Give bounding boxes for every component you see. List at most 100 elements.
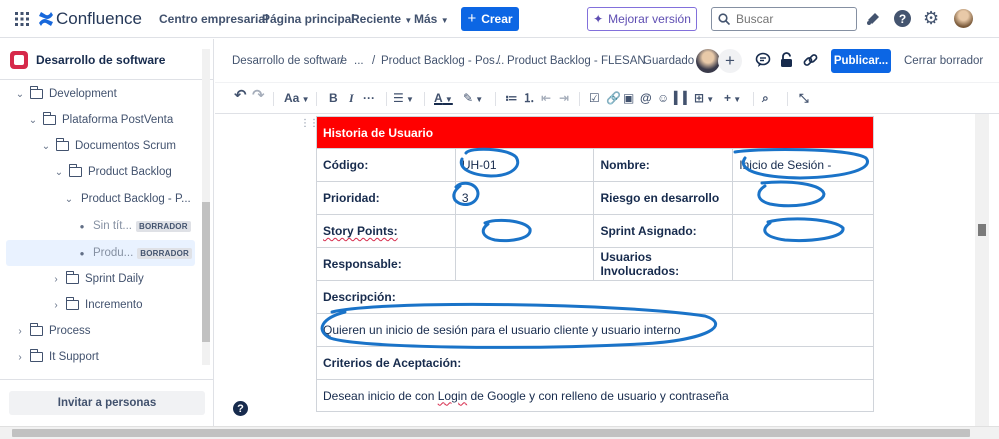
sidebar-item-product-backlog-p[interactable]: ⌄ Product Backlog - P...: [63, 187, 191, 211]
bold-button[interactable]: B: [329, 91, 338, 105]
sidebar-item-sprint-daily[interactable]: › Sprint Daily: [50, 267, 144, 291]
toolbar-divider: [386, 92, 387, 106]
chevron-right-icon[interactable]: ›: [14, 352, 26, 363]
space-header[interactable]: Desarrollo de software: [10, 51, 165, 69]
restrictions-lock-icon[interactable]: [779, 52, 794, 71]
mention-icon[interactable]: @: [640, 91, 652, 105]
table-value-cell[interactable]: [732, 247, 874, 281]
criteria-text-cell[interactable]: Desean inicio de con Login de Google y c…: [316, 379, 874, 412]
table-label-cell[interactable]: Riesgo en desarrollo: [593, 181, 734, 215]
table-header-cell[interactable]: Historia de Usuario: [316, 116, 874, 149]
sidebar-item-draft-untitled[interactable]: ● Sin tít... BORRADOR: [76, 214, 191, 238]
content-scrollbar-thumb[interactable]: [978, 224, 986, 236]
table-label-cell[interactable]: Prioridad:: [316, 181, 456, 215]
sidebar-item-process[interactable]: › Process: [14, 319, 91, 343]
chevron-right-icon[interactable]: ›: [14, 326, 26, 337]
italic-button[interactable]: I: [349, 91, 354, 105]
comment-icon[interactable]: [755, 52, 771, 71]
notification-megaphone-icon[interactable]: [866, 11, 881, 29]
app-name[interactable]: Confluence: [56, 9, 142, 29]
bullet-list-icon[interactable]: ≔: [505, 91, 518, 105]
table-label-cell[interactable]: Responsable:: [316, 247, 456, 281]
redo-icon[interactable]: ↷: [252, 88, 265, 103]
alignment-icon[interactable]: ☰ ▼: [393, 91, 414, 107]
add-collaborator-icon[interactable]: +: [718, 49, 742, 73]
image-icon[interactable]: ▣: [623, 91, 634, 105]
find-replace-icon[interactable]: ⌕: [762, 91, 769, 105]
table-value-cell[interactable]: [454, 214, 595, 248]
table-label-cell[interactable]: Código:: [316, 148, 456, 182]
chevron-down-icon[interactable]: ⌄: [63, 194, 75, 205]
collaborator-avatar[interactable]: [696, 49, 720, 73]
numbered-list-icon[interactable]: ⒈: [523, 91, 535, 105]
help-icon[interactable]: ?: [894, 10, 911, 27]
emoji-icon[interactable]: ☺: [657, 91, 669, 105]
table-value-cell[interactable]: Inicio de Sesión -: [732, 148, 874, 182]
insert-plus-icon[interactable]: + ▼: [724, 91, 741, 107]
undo-icon[interactable]: ↶: [234, 88, 247, 103]
publish-button[interactable]: Publicar...: [831, 49, 891, 73]
upgrade-button[interactable]: ✦ Mejorar versión: [587, 7, 697, 31]
search-input[interactable]: [736, 12, 846, 26]
create-button[interactable]: + Crear: [461, 7, 519, 31]
chevron-down-icon[interactable]: ⌄: [40, 141, 52, 152]
chevron-right-icon[interactable]: ›: [50, 300, 62, 311]
top-navigation: Confluence Centro empresarial Página pri…: [0, 0, 999, 38]
confluence-logo-icon[interactable]: [38, 11, 54, 27]
table-value-cell[interactable]: [454, 247, 595, 281]
help-icon[interactable]: ?: [233, 401, 248, 416]
breadcrumb-parent[interactable]: Product Backlog - Pos...: [381, 55, 504, 67]
link-icon[interactable]: 🔗: [606, 91, 621, 105]
sidebar-scrollbar-thumb[interactable]: [202, 202, 210, 342]
sidebar-item-product-backlog[interactable]: ⌄ Product Backlog: [53, 160, 172, 184]
sidebar-item-development[interactable]: ⌄ Development: [14, 82, 117, 106]
nav-link-recent[interactable]: Reciente ▼: [351, 12, 412, 26]
outdent-icon[interactable]: ⇤: [541, 91, 551, 105]
sidebar-item-draft-current[interactable]: ● Produ... BORRADOR: [76, 241, 192, 265]
description-label-cell[interactable]: Descripción:: [316, 280, 874, 314]
table-value-cell[interactable]: 3: [454, 181, 595, 215]
criteria-label-cell[interactable]: Criterios de Aceptación:: [316, 346, 874, 380]
sidebar-item-plataforma-postventa[interactable]: ⌄ Plataforma PostVenta: [27, 108, 173, 132]
nav-link-business-center[interactable]: Centro empresarial: [159, 12, 268, 26]
search-field[interactable]: [711, 7, 857, 31]
chevron-right-icon[interactable]: ›: [50, 274, 62, 285]
table-label-cell[interactable]: Nombre:: [593, 148, 734, 182]
layout-columns-icon[interactable]: ▍▍: [674, 91, 692, 105]
highlight-icon[interactable]: ✎ ▼: [463, 91, 483, 107]
horizontal-scrollbar-thumb[interactable]: [12, 429, 970, 437]
breadcrumb-ellipsis[interactable]: ...: [354, 55, 364, 67]
sidebar-item-incremento[interactable]: › Incremento: [50, 293, 143, 317]
breadcrumb-current[interactable]: Product Backlog - FLESAN: [507, 55, 646, 67]
sidebar-item-it-support[interactable]: › It Support: [14, 345, 99, 369]
nav-link-home[interactable]: Página principal: [262, 12, 355, 26]
user-avatar[interactable]: [954, 9, 973, 28]
task-checkbox-icon[interactable]: ☑: [589, 91, 600, 105]
copy-link-icon[interactable]: [803, 53, 818, 71]
table-icon[interactable]: ⊞ ▼: [694, 91, 714, 107]
table-label-cell[interactable]: Story Points:: [316, 214, 456, 248]
chevron-down-icon[interactable]: ⌄: [14, 89, 26, 100]
text-color-icon[interactable]: A ▼: [434, 91, 453, 107]
more-formatting-button[interactable]: ···: [363, 91, 375, 105]
invite-people-button[interactable]: Invitar a personas: [9, 391, 205, 415]
table-label-cell[interactable]: Usuarios Involucrados:: [593, 247, 734, 281]
table-value-cell[interactable]: UH-01: [454, 148, 595, 182]
breadcrumb-space[interactable]: Desarrollo de software: [232, 55, 347, 67]
sidebar-item-documentos-scrum[interactable]: ⌄ Documentos Scrum: [40, 134, 176, 158]
close-draft-button[interactable]: Cerrar borrador: [904, 55, 983, 67]
description-text-cell[interactable]: Quieren un inicio de sesión para el usua…: [316, 313, 874, 347]
nav-link-more[interactable]: Más ▼: [414, 12, 449, 26]
settings-gear-icon[interactable]: ⚙: [923, 8, 939, 29]
table-label-cell[interactable]: Sprint Asignado:: [593, 214, 734, 248]
content-scrollbar[interactable]: [975, 114, 989, 426]
app-switcher-icon[interactable]: [15, 12, 29, 26]
table-value-cell[interactable]: [732, 181, 874, 215]
text-style-dropdown[interactable]: Aa ▼: [284, 91, 309, 107]
collapse-toolbar-icon[interactable]: ⤡: [799, 91, 809, 105]
chevron-down-icon[interactable]: ⌄: [27, 115, 39, 126]
table-value-cell[interactable]: [732, 214, 874, 248]
chevron-down-icon[interactable]: ⌄: [53, 167, 65, 178]
sidebar-item-label: Produ...: [93, 247, 134, 259]
indent-icon[interactable]: ⇥: [559, 91, 569, 105]
